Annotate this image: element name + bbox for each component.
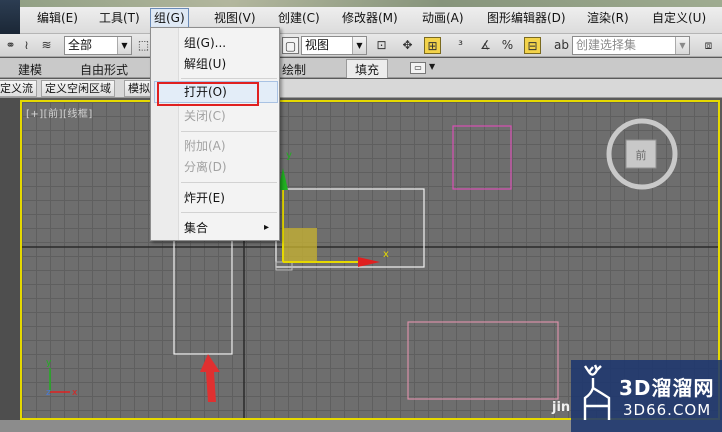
menu-item-group[interactable]: 组(G)... — [184, 34, 226, 52]
define-flows-button[interactable]: 定义流 — [0, 80, 37, 97]
tab-modeling[interactable]: 建模 — [18, 61, 42, 78]
menu-item-detach: 分离(D) — [184, 160, 227, 174]
menu-item-attach: 附加(A) — [184, 139, 226, 153]
menu-icon-gutter — [151, 28, 179, 240]
menu-edit[interactable]: 编辑(E) — [34, 9, 81, 27]
watermark-url: 3D66.COM — [623, 401, 712, 419]
pivot-center-icon[interactable]: ⊡ — [373, 37, 390, 54]
spinner-snap-icon[interactable]: ⊟ — [524, 37, 541, 54]
menu-item-close: 关闭(C) — [184, 109, 226, 123]
highlight-annotation-box — [157, 82, 259, 106]
menu-separator — [181, 78, 277, 79]
menu-item-ungroup[interactable]: 解组(U) — [184, 55, 226, 73]
menu-modifiers[interactable]: 修改器(M) — [339, 9, 401, 27]
menu-create[interactable]: 创建(C) — [275, 9, 323, 27]
gizmo-x-label: x — [383, 249, 389, 260]
main-toolbar: ⚭ ≀ ≋ 全部 ▼ ⬚ ▢ 视图 ▼ ⊡ ✥ ⊞ ³ ∡ % ⊟ ab 创建选… — [0, 34, 722, 57]
menu-item-explode[interactable]: 炸开(E) — [184, 189, 225, 207]
link-icon[interactable]: ⚭ — [2, 37, 19, 54]
menu-rendering[interactable]: 渲染(R) — [584, 9, 632, 27]
menu-views[interactable]: 视图(V) — [211, 9, 259, 27]
gizmo-x-arrow[interactable] — [358, 257, 380, 267]
angle-snap-icon[interactable]: ∡ — [477, 37, 494, 54]
deer-logo-icon — [583, 364, 611, 420]
menu-group[interactable]: 组(G) — [150, 8, 189, 28]
edit-named-selection-icon[interactable]: ab — [553, 37, 570, 54]
menu-customize[interactable]: 自定义(U) — [649, 9, 709, 27]
group-dropdown-menu: 组(G)... 解组(U) 打开(O) 关闭(C) 附加(A) 分离(D) 炸开… — [150, 27, 280, 241]
ribbon-toggle-icon[interactable]: ▭ — [410, 62, 426, 74]
percent-snap-icon[interactable]: % — [499, 37, 516, 54]
menu-item-assembly[interactable]: 集合 — [184, 219, 208, 237]
watermark-title: 3D溜溜网 — [619, 376, 715, 400]
chevron-down-icon: ▼ — [352, 37, 366, 54]
named-selection-set-dropdown[interactable]: 创建选择集 ▼ — [572, 36, 690, 55]
bind-spacewarp-icon[interactable]: ≋ — [38, 37, 55, 54]
named-selection-placeholder: 创建选择集 — [576, 38, 637, 52]
watermark-side-text: jin — [552, 400, 571, 415]
select-manipulate-icon[interactable]: ✥ — [399, 37, 416, 54]
reference-coord-dropdown[interactable]: 视图 ▼ — [301, 36, 367, 55]
menu-separator — [181, 212, 277, 213]
menu-bar: 编辑(E) 工具(T) 组(G) 视图(V) 创建(C) 修改器(M) 动画(A… — [0, 0, 722, 34]
chevron-down-icon: ▼ — [675, 37, 689, 54]
selection-filter-dropdown[interactable]: 全部 ▼ — [64, 36, 132, 55]
menu-separator — [181, 131, 277, 132]
menu-graph-editors[interactable]: 图形编辑器(D) — [484, 9, 569, 27]
tab-paint[interactable]: 绘制 — [282, 61, 306, 78]
viewcube-face-label: 前 — [636, 148, 647, 162]
title-bar-strip — [20, 0, 722, 7]
tripod-x-label: x — [72, 388, 78, 398]
pivot-box — [275, 261, 293, 271]
tripod-z-label: z — [46, 388, 51, 398]
menu-animation[interactable]: 动画(A) — [419, 9, 467, 27]
site-watermark: 3D溜溜网 3D66.COM — [571, 360, 722, 432]
menu-tools[interactable]: 工具(T) — [96, 9, 143, 27]
populate-panel: 定义流 定义空闲区域 模拟 — [0, 79, 722, 98]
snap-toggle-icon[interactable]: ³ — [452, 37, 469, 54]
selection-filter-value: 全部 — [68, 38, 93, 52]
chevron-down-icon[interactable]: ▼ — [429, 62, 435, 71]
pink-rectangle-small[interactable] — [452, 125, 512, 190]
gizmo-xy-plane[interactable] — [283, 228, 317, 262]
submenu-arrow-icon: ▸ — [264, 222, 270, 233]
unlink-icon[interactable]: ≀ — [18, 37, 35, 54]
keyboard-shortcut-toggle-icon[interactable]: ⊞ — [424, 37, 441, 54]
ribbon-tabs: 建模 自由形式 绘制 填充 ▭ ▼ — [0, 58, 722, 78]
app-button[interactable] — [0, 0, 20, 34]
window-crossing-icon[interactable]: ▢ — [282, 37, 299, 54]
mirror-icon[interactable]: ⧈ — [700, 37, 717, 54]
tab-populate[interactable]: 填充 — [346, 59, 389, 78]
define-idle-areas-button[interactable]: 定义空闲区域 — [41, 80, 115, 97]
pink-rectangle-large[interactable] — [407, 321, 559, 400]
viewport-left-strip — [0, 98, 20, 432]
menu-separator — [181, 182, 277, 183]
chevron-down-icon: ▼ — [117, 37, 131, 54]
reference-coord-value: 视图 — [305, 38, 330, 52]
white-rectangle-tall[interactable] — [173, 231, 233, 355]
tripod-y-label: y — [46, 358, 52, 368]
tab-freeform[interactable]: 自由形式 — [80, 61, 128, 78]
pointer-arrow — [200, 354, 220, 402]
gizmo-y-label: y — [286, 150, 292, 161]
